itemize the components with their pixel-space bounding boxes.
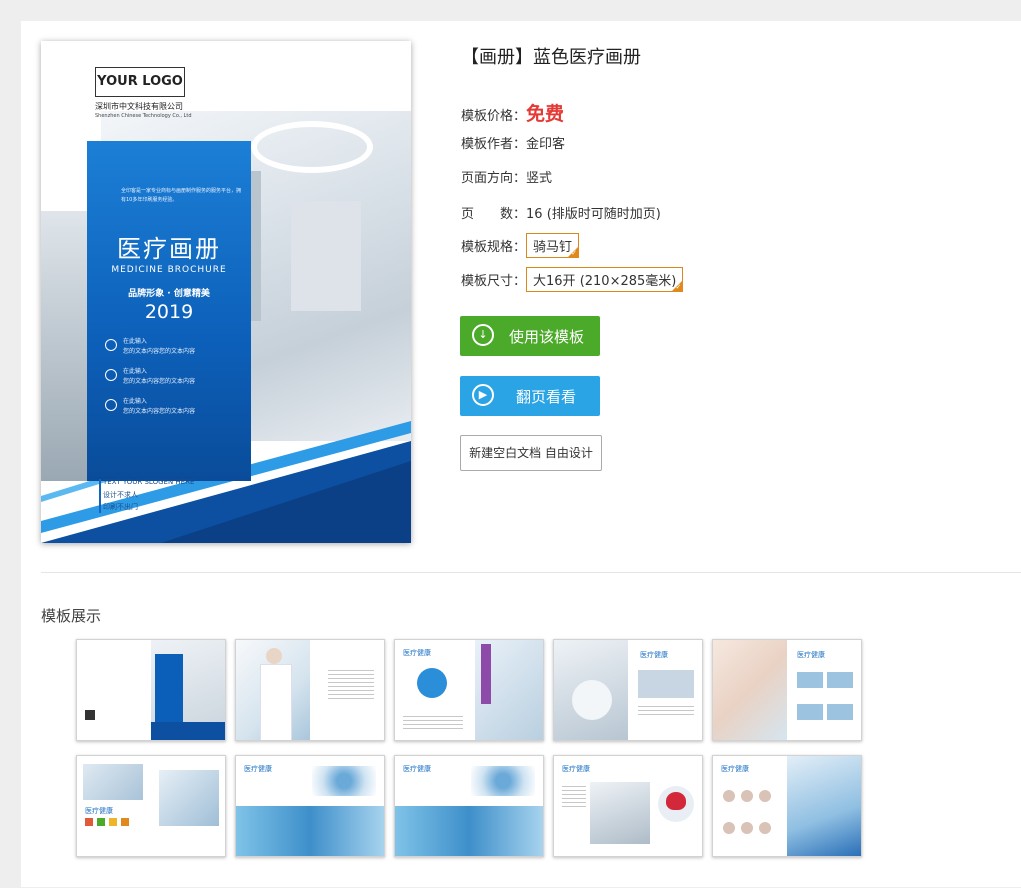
cover-blue-panel: 全印客是一家专业商标与画册制作服务的服务平台，拥有10多年印刷服务经验。 医疗画… bbox=[87, 141, 251, 481]
spec-label: 模板规格： bbox=[461, 240, 527, 255]
phone-icon bbox=[105, 339, 117, 351]
price-value: 免费 bbox=[526, 103, 565, 125]
lamp-shape bbox=[251, 121, 373, 173]
thumbnail-page[interactable]: 医疗健康 bbox=[553, 755, 703, 857]
flip-preview-button[interactable]: ▶ 翻页看看 bbox=[460, 376, 600, 416]
globe-icon bbox=[105, 399, 117, 411]
qr-code-icon bbox=[85, 710, 95, 720]
heart-icon bbox=[666, 792, 686, 810]
check-icon: ✓ bbox=[571, 249, 578, 257]
cover-logo-box: YOUR LOGO bbox=[95, 67, 185, 97]
size-row: 模板尺寸： 大16开 (210×285毫米) ✓ bbox=[461, 267, 684, 292]
thumbnail-page[interactable] bbox=[76, 639, 226, 741]
thumbnail-page[interactable] bbox=[235, 639, 385, 741]
section-divider bbox=[41, 572, 1021, 573]
size-option[interactable]: 大16开 (210×285毫米) ✓ bbox=[526, 267, 684, 292]
equipment-shape bbox=[291, 201, 361, 311]
cover-intro: 全印客是一家专业商标与画册制作服务的服务平台，拥有10多年印刷服务经验。 bbox=[121, 188, 242, 203]
author-label: 模板作者： bbox=[461, 137, 527, 152]
orientation-value: 竖式 bbox=[526, 171, 553, 186]
orientation-row: 页面方向：竖式 bbox=[461, 167, 552, 186]
download-arrow-icon: ↓ bbox=[472, 324, 494, 346]
cover-title-en: MEDICINE BROCHURE bbox=[111, 265, 227, 275]
price-row: 模板价格：免费 bbox=[461, 99, 564, 126]
thumbnail-page[interactable]: 医疗健康 bbox=[76, 755, 226, 857]
template-detail-panel: YOUR LOGO 深圳市中文科技有限公司 Shenzhen Chinese T… bbox=[21, 21, 1021, 887]
cover-bottom-line bbox=[99, 479, 101, 513]
cover-item: 在此输入 您的文本内容您的文本内容 bbox=[105, 337, 195, 357]
pages-label: 页 数： bbox=[461, 207, 527, 222]
thumbnail-page[interactable]: 医疗健康 bbox=[553, 639, 703, 741]
author-row: 模板作者：金印客 bbox=[461, 133, 565, 152]
mail-icon bbox=[105, 369, 117, 381]
cover-company-en: Shenzhen Chinese Technology Co., Ltd bbox=[95, 113, 192, 119]
pages-value: 16 (排版时可随时加页) bbox=[526, 207, 661, 222]
spec-row: 模板规格： 骑马钉 ✓ bbox=[461, 233, 580, 258]
play-icon: ▶ bbox=[472, 384, 494, 406]
size-label: 模板尺寸： bbox=[461, 274, 527, 289]
use-template-button[interactable]: ↓ 使用该模板 bbox=[460, 316, 600, 356]
thumbnail-page[interactable]: 医疗健康 bbox=[712, 639, 862, 741]
cover-slogan: 品牌形象 · 创意精美 bbox=[128, 289, 210, 299]
cover-year: 2019 bbox=[144, 301, 194, 323]
orientation-label: 页面方向： bbox=[461, 171, 527, 186]
cover-company-cn: 深圳市中文科技有限公司 bbox=[95, 102, 183, 111]
cover-bottom-slogan: TEXT YOUR SLOGEN HERE bbox=[103, 478, 195, 486]
author-value: 金印客 bbox=[526, 137, 566, 152]
check-icon: ✓ bbox=[675, 283, 682, 291]
showcase-heading: 模板展示 bbox=[41, 607, 102, 625]
cover-item: 在此输入 您的文本内容您的文本内容 bbox=[105, 367, 195, 387]
new-blank-doc-button[interactable]: 新建空白文档 自由设计 bbox=[460, 435, 602, 471]
cover-item: 在此输入 您的文本内容您的文本内容 bbox=[105, 397, 195, 417]
thumbnail-page[interactable]: 医疗健康 bbox=[235, 755, 385, 857]
cover-title: 医疗画册 bbox=[117, 235, 221, 263]
cover-preview[interactable]: YOUR LOGO 深圳市中文科技有限公司 Shenzhen Chinese T… bbox=[41, 41, 411, 543]
thumbnail-page[interactable]: 医疗健康 bbox=[394, 755, 544, 857]
cover-bottom-line2: 印刷不出门 bbox=[103, 503, 138, 511]
thumbnail-page[interactable]: 医疗健康 bbox=[712, 755, 862, 857]
pages-row: 页 数：16 (排版时可随时加页) bbox=[461, 203, 661, 222]
template-title: 【画册】蓝色医疗画册 bbox=[461, 47, 641, 68]
price-label: 模板价格： bbox=[461, 109, 527, 124]
thumbnail-page[interactable]: 医疗健康 bbox=[394, 639, 544, 741]
cover-bottom-line1: 设计不求人 bbox=[103, 491, 138, 499]
spec-option[interactable]: 骑马钉 ✓ bbox=[526, 233, 580, 258]
